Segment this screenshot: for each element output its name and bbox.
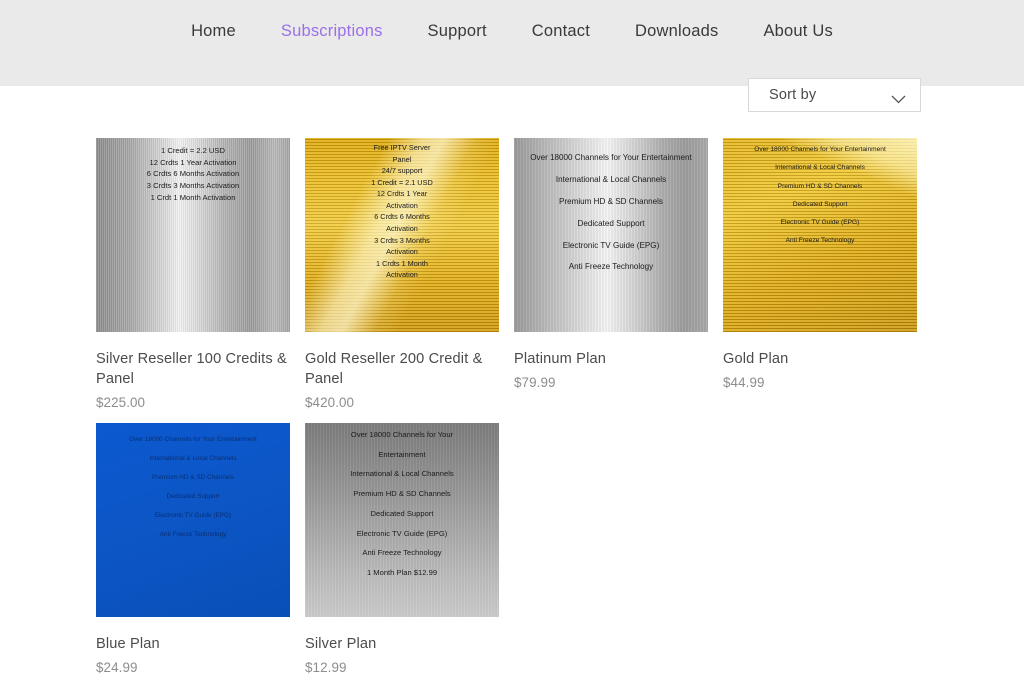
product-image-text-line: Dedicated Support [792, 200, 848, 208]
product-row: 1 Credit = 2.2 USD 12 Crdts 1 Year Activa… [96, 138, 928, 410]
product-image-text: Over 18000 Channels for Your Entertainmen… [305, 423, 499, 617]
product-image-text-line: Activation [386, 270, 418, 280]
product-image[interactable]: Over 18000 Channels for Your Entertainme… [96, 423, 290, 617]
product-image-text-line: International & Local Channels [555, 174, 667, 184]
product-image-text-line: 12 Crdts 1 Year Activation [149, 157, 237, 167]
product-image-text: Over 18000 Channels for Your Entertainme… [723, 138, 917, 332]
product-title[interactable]: Silver Reseller 100 Credits & Panel [96, 349, 290, 389]
product-price: $12.99 [305, 660, 347, 675]
product-image-text-line: Anti Freeze Technology [785, 237, 855, 245]
site-header: Home Subscriptions Support Contact Downloads… [0, 0, 1024, 86]
product-image[interactable]: Free IPTV Server Panel 24/7 support 1 Credi… [305, 138, 499, 332]
product-image-text-line: International & Local Channels [149, 455, 237, 463]
product-image[interactable]: Over 18000 Channels for Your Entertainme… [514, 138, 708, 332]
product-price: $420.00 [305, 395, 355, 410]
product-image-text-line: 1 Credit = 2.1 USD [371, 177, 433, 187]
product-image-text-line: Electronic TV Guide (EPG) [562, 240, 660, 250]
product-grid: 1 Credit = 2.2 USD 12 Crdts 1 Year Activa… [96, 138, 928, 675]
product-row: Over 18000 Channels for Your Entertainme… [96, 423, 928, 675]
product-image-text-line: 3 Crdts 3 Months [374, 235, 430, 245]
product-image-text-line: 6 Crdts 6 Months Activation [146, 169, 240, 179]
product-image-text-line: Premium HD & SD Channels [151, 474, 235, 482]
product-image-text-line: 24/7 support [381, 166, 423, 176]
product-image-text-line: 1 Month Plan $12.99 [366, 568, 438, 578]
product-image[interactable]: Over 18000 Channels for Your Entertainmen… [305, 423, 499, 617]
product-title[interactable]: Gold Reseller 200 Credit & Panel [305, 349, 499, 389]
nav-link-home[interactable]: Home [191, 21, 236, 41]
product-card[interactable]: Over 18000 Channels for Your Entertainme… [723, 138, 917, 410]
product-card[interactable]: 1 Credit = 2.2 USD 12 Crdts 1 Year Activa… [96, 138, 290, 410]
product-image-text-line: Free IPTV Server [373, 143, 431, 152]
chevron-down-icon [891, 91, 906, 103]
product-title[interactable]: Blue Plan [96, 634, 290, 654]
nav-link-downloads[interactable]: Downloads [635, 21, 718, 41]
product-price: $24.99 [96, 660, 138, 675]
product-card[interactable]: Over 18000 Channels for Your Entertainme… [96, 423, 290, 675]
product-image-text-line: Over 18000 Channels for Your [350, 430, 454, 439]
product-title[interactable]: Gold Plan [723, 349, 917, 369]
product-image-text-line: International & Local Channels [350, 469, 454, 479]
product-image-text-line: 1 Crdts 1 Month [376, 258, 428, 268]
product-image-text-line: Electronic TV Guide (EPG) [780, 219, 860, 226]
product-image-text-line: Electronic TV Guide (EPG) [154, 512, 232, 520]
product-image-text-line: Anti Freeze Technology [362, 548, 442, 558]
product-image-text: Over 18000 Channels for Your Entertainme… [514, 138, 708, 332]
product-image-text-line: Anti Freeze Technology [568, 262, 654, 272]
product-image-text-line: 6 Crdts 6 Months [374, 212, 430, 222]
product-image-text-line: International & Local Channels [775, 164, 865, 172]
sort-by-label: Sort by [769, 87, 817, 103]
product-image-text-line: Panel [392, 154, 412, 164]
product-title[interactable]: Platinum Plan [514, 349, 708, 369]
product-image-text-line: Electronic TV Guide (EPG) [356, 528, 448, 538]
nav-link-support[interactable]: Support [428, 21, 487, 41]
product-image-text-line: Activation [386, 200, 418, 210]
nav-link-subscriptions[interactable]: Subscriptions [281, 21, 383, 41]
product-card[interactable]: Free IPTV Server Panel 24/7 support 1 Credi… [305, 138, 499, 410]
product-image[interactable]: 1 Credit = 2.2 USD 12 Crdts 1 Year Activa… [96, 138, 290, 332]
product-card[interactable]: Over 18000 Channels for Your Entertainmen… [305, 423, 499, 675]
product-card[interactable]: Over 18000 Channels for Your Entertainme… [514, 138, 708, 410]
product-image-text-line: Premium HD & SD Channels [559, 196, 663, 206]
product-image-text-line: Over 18000 Channels for Your Entertainme… [129, 436, 257, 443]
product-image-text-line: Over 18000 Channels for Your Entertainme… [754, 146, 886, 153]
sort-by-select[interactable]: Sort by [748, 78, 921, 112]
product-image-text-line: Entertainment [378, 449, 426, 459]
nav-link-contact[interactable]: Contact [532, 21, 590, 41]
product-image-text: Over 18000 Channels for Your Entertainme… [96, 423, 290, 617]
product-price: $44.99 [723, 375, 765, 390]
product-image-text-line: Dedicated Support [370, 508, 434, 518]
sort-by-control[interactable]: Sort by [748, 78, 921, 112]
nav-link-about-us[interactable]: About Us [763, 21, 832, 41]
product-image-text-line: Anti Freeze Technology [159, 531, 227, 539]
product-price: $79.99 [514, 375, 556, 390]
product-image-text-line: Activation [386, 223, 418, 233]
product-title[interactable]: Silver Plan [305, 634, 499, 654]
product-image-text: 1 Credit = 2.2 USD 12 Crdts 1 Year Activa… [96, 138, 290, 332]
product-image[interactable]: Over 18000 Channels for Your Entertainme… [723, 138, 917, 332]
product-image-text-line: 1 Crdt 1 Month Activation [150, 192, 236, 202]
product-image-text-line: Premium HD & SD Channels [777, 182, 863, 190]
product-image-text-line: Over 18000 Channels for Your Entertainme… [530, 153, 692, 162]
product-image-text-line: 12 Crdts 1 Year [376, 189, 428, 199]
product-image-text-line: Dedicated Support [577, 218, 645, 228]
product-price: $225.00 [96, 395, 146, 410]
product-image-text-line: Dedicated Support [166, 493, 220, 501]
product-image-text-line: Activation [386, 247, 418, 257]
product-image-text-line: Premium HD & SD Channels [353, 489, 451, 499]
product-image-text-line: 1 Credit = 2.2 USD [161, 146, 225, 155]
product-image-text-line: 3 Crdts 3 Months Activation [146, 181, 240, 191]
main-navigation: Home Subscriptions Support Contact Downloads… [0, 0, 1024, 41]
product-image-text: Free IPTV Server Panel 24/7 support 1 Credi… [305, 138, 499, 332]
